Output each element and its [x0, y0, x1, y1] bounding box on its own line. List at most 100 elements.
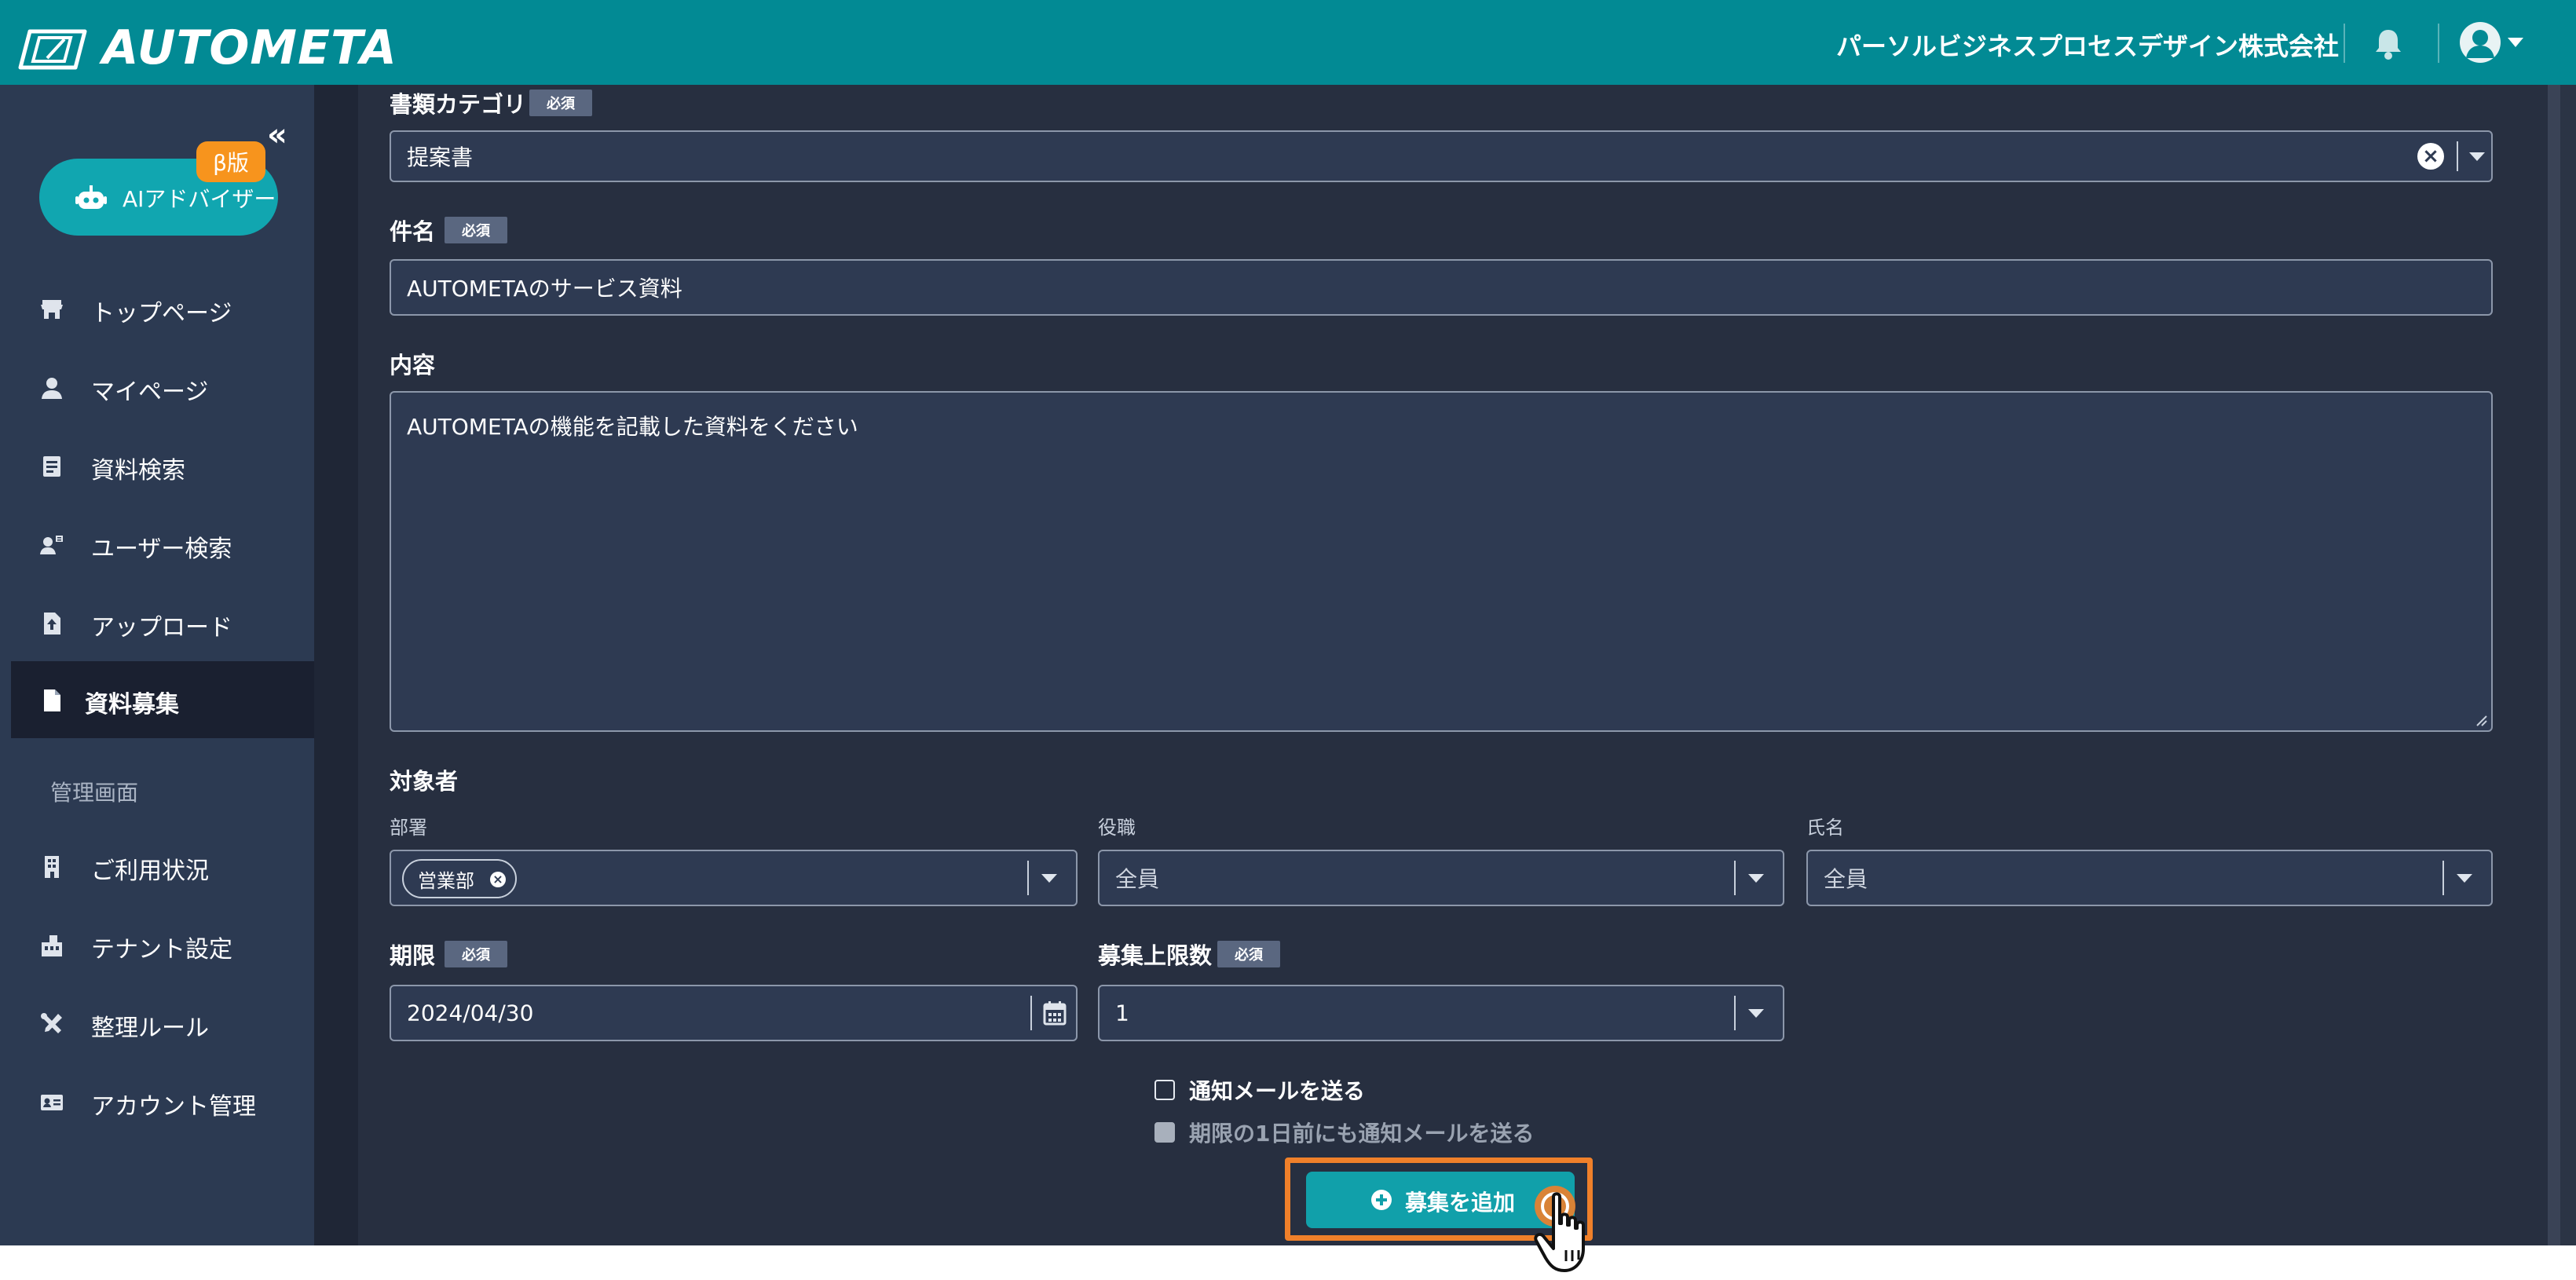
select-divider — [1734, 861, 1736, 895]
chevron-down-icon[interactable] — [1041, 874, 1057, 883]
position-label: 役職 — [1098, 817, 1136, 839]
tools-icon — [41, 1013, 62, 1033]
sidebar-item-label: ご利用状況 — [91, 858, 209, 885]
checkbox[interactable] — [1154, 1122, 1175, 1143]
add-request-label: 募集を追加 — [1405, 1190, 1516, 1216]
bell-icon[interactable] — [2370, 25, 2406, 61]
limit-value: 1 — [1115, 1000, 1129, 1026]
chevron-down-icon[interactable] — [1748, 1009, 1764, 1018]
robot-icon — [75, 185, 107, 209]
ai-advisor-label: AIアドバイザー — [123, 186, 276, 212]
required-badge: 必須 — [445, 941, 507, 967]
chevron-down-icon[interactable] — [2469, 152, 2485, 161]
user-avatar-icon — [2466, 30, 2494, 58]
avatar[interactable] — [2460, 22, 2501, 63]
user-search-icon — [40, 536, 63, 554]
limit-select[interactable]: 1 — [1098, 985, 1784, 1041]
sidebar-item-label: アップロード — [91, 614, 232, 642]
notify-mail-checkbox[interactable]: 通知メールを送る — [1154, 1074, 1365, 1106]
resize-handle-icon[interactable] — [2474, 713, 2488, 727]
content-gutter — [314, 85, 358, 1245]
department-chip[interactable]: 営業部 × — [402, 859, 517, 898]
id-card-icon — [41, 1095, 63, 1110]
sidebar-item-label: ユーザー検索 — [91, 536, 232, 563]
file-icon — [44, 689, 60, 711]
upload-file-icon — [44, 613, 60, 635]
name-label: 氏名 — [1806, 817, 1844, 839]
app-header: AUTOMETA パーソルビジネスプロセスデザイン株式会社 — [0, 0, 2576, 85]
logo-text: AUTOMETA — [102, 20, 397, 75]
target-label: 対象者 — [390, 768, 459, 795]
plus-circle-icon — [1371, 1190, 1392, 1210]
select-divider — [1027, 861, 1029, 895]
collapse-sidebar-icon[interactable]: « — [267, 119, 287, 151]
document-search-icon — [43, 456, 60, 477]
sidebar-item-label: トップページ — [91, 300, 232, 327]
notify-mail-label: 通知メールを送る — [1189, 1078, 1366, 1104]
header-divider — [2344, 24, 2345, 63]
checkbox[interactable] — [1154, 1080, 1175, 1100]
sidebar-item-upload[interactable]: アップロード — [11, 584, 314, 661]
deadline-value: 2024/04/30 — [407, 1000, 534, 1026]
company-name: パーソルビジネスプロセスデザイン株式会社 — [1835, 31, 2339, 61]
notify-before-checkbox[interactable]: 期限の1日前にも通知メールを送る — [1154, 1117, 1534, 1148]
deadline-label: 期限 — [390, 942, 436, 969]
chevron-down-icon[interactable] — [2508, 38, 2523, 47]
logo[interactable]: AUTOMETA — [16, 20, 397, 75]
sidebar-item-my-page[interactable]: マイページ — [11, 349, 314, 426]
notify-before-label: 期限の1日前にも通知メールを送る — [1189, 1121, 1535, 1147]
content-label: 内容 — [390, 352, 436, 379]
sidebar-item-label: マイページ — [91, 379, 209, 406]
select-divider — [2457, 141, 2458, 171]
scrollbar[interactable] — [2548, 85, 2560, 1245]
hand-cursor-icon — [1534, 1186, 1585, 1272]
clear-icon[interactable]: × — [2417, 143, 2444, 170]
chevron-down-icon[interactable] — [1748, 874, 1764, 883]
sidebar-item-document-search[interactable]: 資料検索 — [11, 427, 314, 504]
tenant-icon — [42, 935, 62, 956]
deadline-input[interactable]: 2024/04/30 — [390, 985, 1078, 1041]
chevron-down-icon[interactable] — [2457, 874, 2472, 883]
department-select[interactable]: 営業部 × — [390, 850, 1078, 906]
sidebar-item-top-page[interactable]: トップページ — [11, 270, 314, 347]
subject-value: AUTOMETAのサービス資料 — [407, 276, 682, 302]
sidebar: « AIアドバイザー β版 トップページ マイページ 資料検索 ユーザー検索 ア… — [0, 85, 314, 1245]
logo-icon — [18, 29, 87, 70]
sidebar-item-account-management[interactable]: アカウント管理 — [11, 1063, 314, 1140]
name-value: 全員 — [1824, 866, 1868, 892]
category-select[interactable]: 提案書 × — [390, 130, 2493, 182]
position-select[interactable]: 全員 — [1098, 850, 1784, 906]
calendar-icon[interactable] — [1043, 1000, 1067, 1026]
required-badge: 必須 — [529, 90, 592, 116]
sidebar-item-user-search[interactable]: ユーザー検索 — [11, 506, 314, 583]
sidebar-item-label: 資料検索 — [91, 457, 185, 485]
sidebar-item-label: テナント設定 — [91, 936, 232, 964]
header-divider — [2438, 24, 2439, 63]
sidebar-item-label: 整理ルール — [91, 1015, 209, 1042]
content-textarea[interactable]: AUTOMETAの機能を記載した資料をください — [390, 391, 2493, 732]
sidebar-item-label: 資料募集 — [85, 691, 179, 719]
remove-chip-icon[interactable]: × — [490, 872, 506, 887]
store-icon — [41, 300, 63, 319]
chip-label: 営業部 — [418, 869, 474, 892]
admin-section-label: 管理画面 — [50, 780, 139, 806]
sidebar-item-organize-rules[interactable]: 整理ルール — [11, 985, 314, 1062]
beta-badge: β版 — [196, 141, 265, 182]
person-icon — [42, 378, 62, 399]
category-label: 書類カテゴリ — [390, 91, 527, 118]
category-value: 提案書 — [407, 144, 474, 170]
subject-input[interactable]: AUTOMETAのサービス資料 — [390, 259, 2493, 316]
select-divider — [1734, 996, 1736, 1030]
name-select[interactable]: 全員 — [1806, 850, 2493, 906]
sidebar-item-document-request[interactable]: 資料募集 — [11, 661, 314, 738]
subject-label: 件名 — [390, 218, 436, 245]
required-badge: 必須 — [1217, 941, 1280, 967]
sidebar-item-usage[interactable]: ご利用状況 — [11, 828, 314, 905]
department-label: 部署 — [390, 817, 427, 839]
sidebar-item-label: アカウント管理 — [91, 1093, 256, 1121]
required-badge: 必須 — [445, 217, 507, 243]
limit-label: 募集上限数 — [1098, 942, 1213, 969]
content-value: AUTOMETAの機能を記載した資料をください — [407, 414, 858, 440]
building-icon — [45, 856, 59, 878]
sidebar-item-tenant-settings[interactable]: テナント設定 — [11, 906, 314, 983]
